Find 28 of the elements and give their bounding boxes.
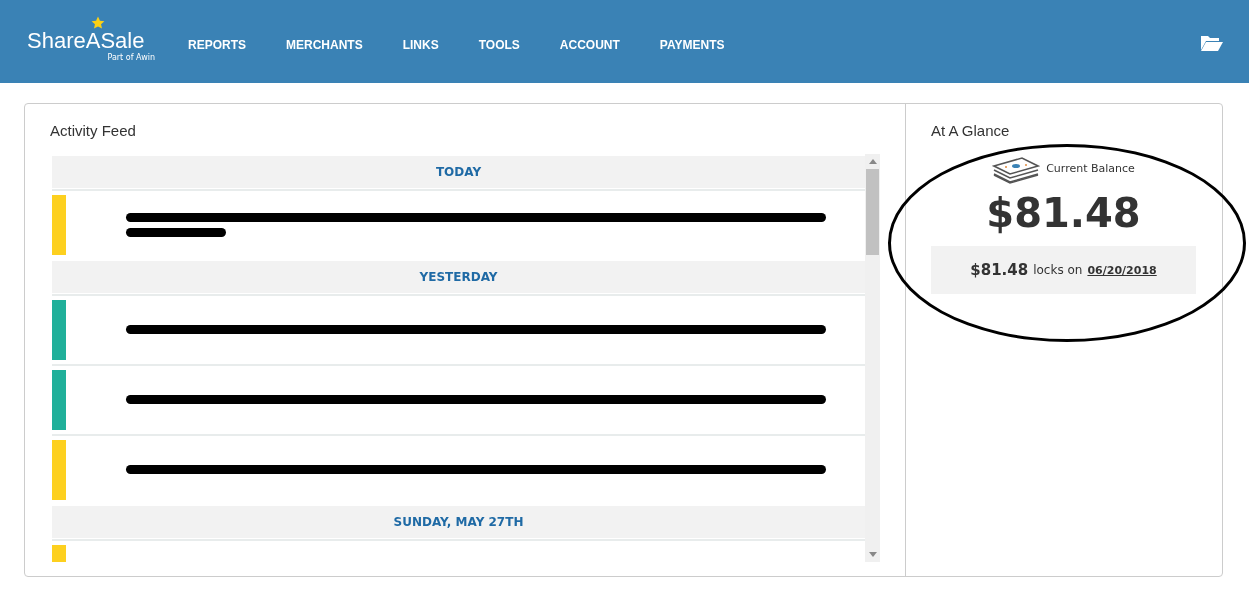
scroll-up-arrow-icon[interactable] bbox=[868, 159, 877, 164]
feed-item[interactable] bbox=[52, 189, 865, 258]
date-header: TODAY bbox=[52, 156, 865, 188]
nav-link[interactable]: PAYMENTS bbox=[659, 37, 725, 52]
lock-amount: $81.48 bbox=[970, 261, 1029, 279]
feed-item[interactable] bbox=[52, 294, 865, 363]
scroll-down-arrow-icon[interactable] bbox=[868, 552, 877, 557]
folder-icon[interactable] bbox=[1201, 35, 1223, 51]
nav-link[interactable]: MERCHANTS bbox=[286, 37, 363, 52]
nav-link[interactable]: ACCOUNT bbox=[559, 37, 620, 52]
date-header: YESTERDAY bbox=[52, 261, 865, 293]
lock-text: locks on bbox=[1033, 263, 1083, 277]
scrollbar-thumb[interactable] bbox=[866, 169, 879, 255]
logo-text[interactable]: ShareASale bbox=[27, 29, 157, 53]
balance-label: Current Balance bbox=[1046, 161, 1135, 175]
section-title: Activity Feed bbox=[50, 122, 137, 141]
date-header: SUNDAY, MAY 27TH bbox=[52, 506, 865, 538]
section-title: At A Glance bbox=[931, 122, 1011, 141]
lock-date-link[interactable]: 06/20/2018 bbox=[1087, 263, 1157, 277]
scrollbar[interactable] bbox=[865, 154, 880, 562]
feed-item[interactable] bbox=[52, 364, 865, 433]
balance-amount: $81.48 bbox=[985, 190, 1142, 236]
star-icon bbox=[91, 15, 105, 29]
logo-tagline: Part of Awin bbox=[107, 53, 155, 62]
nav-link[interactable]: TOOLS bbox=[478, 37, 520, 52]
nav-link[interactable]: LINKS bbox=[402, 37, 439, 52]
feed-item[interactable] bbox=[52, 434, 865, 503]
nav-link[interactable]: REPORTS bbox=[188, 37, 246, 52]
